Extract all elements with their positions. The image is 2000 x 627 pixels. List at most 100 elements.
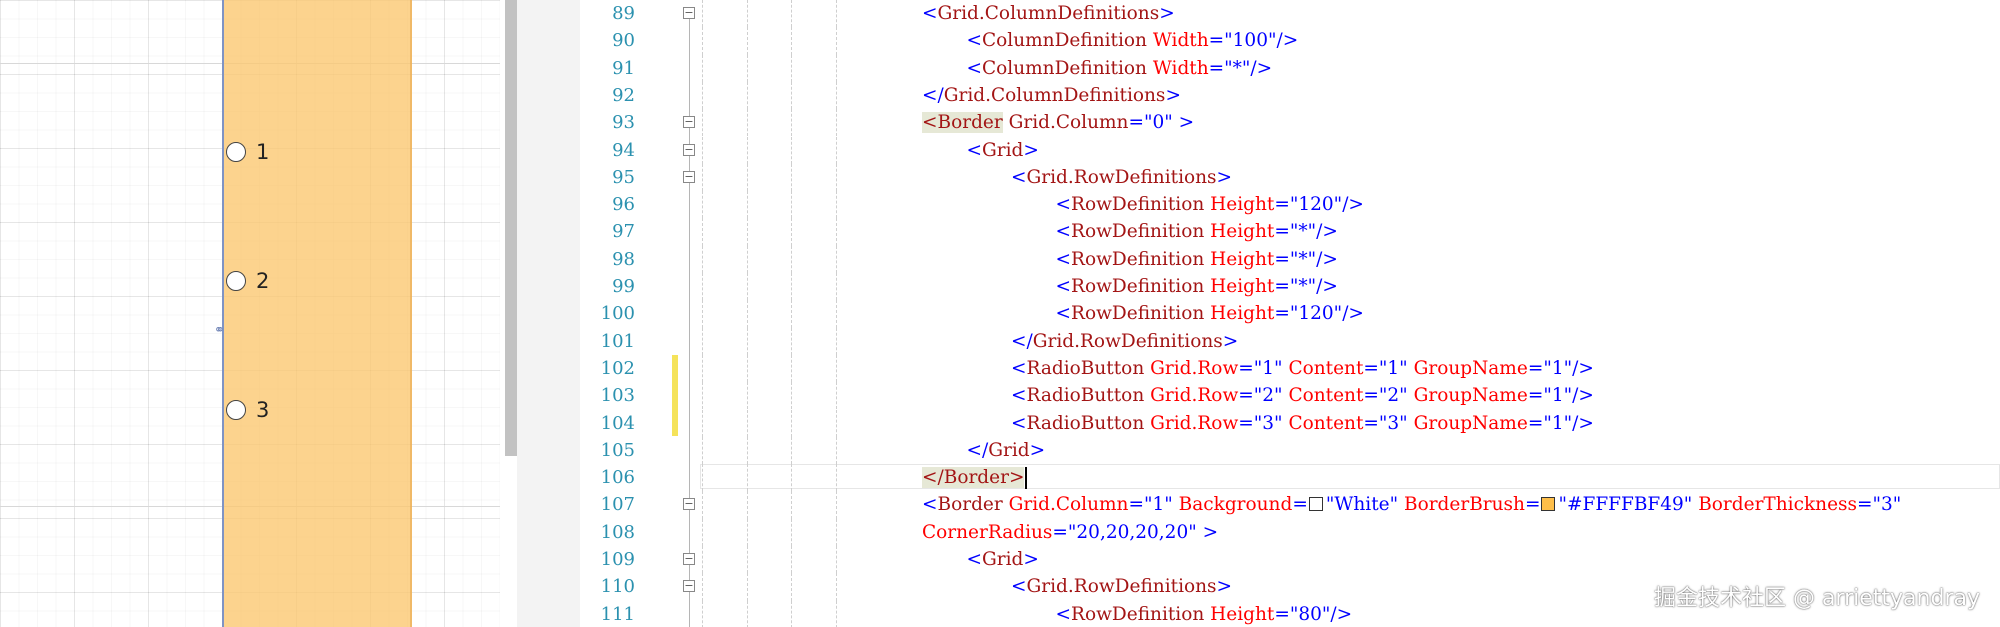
code-token: Grid.Row (1150, 412, 1239, 434)
indent-guide (746, 81, 748, 110)
code-text[interactable]: </Grid.ColumnDefinitions> (922, 82, 1181, 109)
code-line[interactable]: 109 − <Grid> (580, 546, 2000, 574)
code-line[interactable]: 107− <Border Grid.Column="1" Background= "… (580, 491, 2000, 519)
code-token: > (1159, 3, 1175, 24)
code-text[interactable]: </Border> (922, 464, 1025, 491)
radio-button-2[interactable]: 2 (226, 269, 269, 293)
code-line[interactable]: 101 </Grid.RowDefinitions> (580, 327, 2000, 355)
code-line[interactable]: 92 </Grid.ColumnDefinitions> (580, 81, 2000, 110)
code-text[interactable]: <RowDefinition Height="*"/> (1056, 218, 1338, 245)
code-token: </ (966, 439, 989, 461)
code-line[interactable]: 93 − <Border Grid.Column="0" > (580, 109, 2000, 137)
designer-scrollbar[interactable] (505, 0, 517, 456)
code-token: Width (1152, 57, 1209, 79)
code-text[interactable]: <ColumnDefinition Width="*"/> (967, 55, 1273, 82)
code-text[interactable]: </Grid> (967, 437, 1046, 464)
code-text[interactable]: <Border Grid.Column="1" Background= "Whit… (922, 491, 1901, 518)
code-line[interactable]: 104 <RadioButton Grid.Row="3" Content="3"… (580, 409, 2000, 437)
radio-button-3[interactable]: 3 (226, 398, 269, 422)
code-line[interactable]: 99 <RowDefinition Height="*"/> (580, 273, 2000, 301)
code-text[interactable]: <RadioButton Grid.Row="3" Content="3" Gr… (1011, 410, 1594, 437)
xaml-code-editor[interactable]: 89− <Grid.ColumnDefinitions> 90 <ColumnDefi… (580, 0, 2000, 627)
indent-guide (702, 518, 703, 546)
code-text[interactable]: <RowDefinition Height="120"/> (1056, 300, 1364, 327)
code-token: ="2" (1238, 385, 1289, 407)
code-text[interactable]: <RowDefinition Height="*"/> (1056, 246, 1338, 273)
collapse-toggle-icon[interactable]: − (683, 580, 695, 593)
line-number: 110 (600, 576, 635, 598)
indent-guide (835, 136, 837, 164)
code-text[interactable]: <Border Grid.Column="0" > (922, 109, 1194, 136)
indent-guide (791, 27, 792, 55)
indent-guide (702, 163, 703, 192)
code-line[interactable]: 108 CornerRadius="20,20,20,20" > (580, 518, 2000, 546)
code-token: Height (1210, 303, 1275, 325)
code-line[interactable]: 102 <RadioButton Grid.Row="1" Content="1"… (580, 354, 2000, 383)
code-line[interactable]: 100 <RowDefinition Height="120"/> (580, 300, 2000, 328)
indent-guide (702, 382, 703, 410)
radio-label: 3 (256, 398, 270, 422)
code-line[interactable]: 97 <RowDefinition Height="*"/> (580, 218, 2000, 246)
code-text[interactable]: <RowDefinition Height="120"/> (1056, 191, 1364, 218)
code-text[interactable]: <Grid.RowDefinitions> (1011, 573, 1232, 600)
code-token: Height (1210, 248, 1275, 270)
radio-circle-icon[interactable] (226, 142, 246, 162)
watermark: 掘金技术社区 @ arriettyandray (1653, 586, 1980, 611)
code-text[interactable]: </Grid.RowDefinitions> (1011, 328, 1238, 355)
radio-circle-icon[interactable] (226, 400, 246, 420)
indent-guide (746, 436, 748, 465)
indent-guide (835, 600, 837, 627)
indent-guide (791, 464, 792, 492)
code-token: < (1055, 194, 1072, 216)
radio-circle-icon[interactable] (226, 271, 246, 291)
code-token: Grid (988, 439, 1030, 461)
indent-guide (702, 81, 703, 110)
indent-guide (791, 0, 792, 28)
code-token: Height (1210, 221, 1275, 243)
link-icon[interactable]: ⚭ (214, 324, 230, 338)
code-line[interactable]: 98 <RowDefinition Height="*"/> (580, 245, 2000, 273)
code-token: < (1055, 248, 1072, 270)
code-text[interactable]: <RadioButton Grid.Row="1" Content="1" Gr… (1011, 355, 1594, 382)
border-column-panel[interactable] (222, 0, 412, 627)
collapse-toggle-icon[interactable]: − (683, 553, 695, 565)
code-text[interactable]: <RowDefinition Height="80"/> (1056, 601, 1353, 627)
code-text[interactable]: <Grid.ColumnDefinitions> (922, 0, 1175, 27)
collapse-toggle-icon[interactable]: − (683, 7, 695, 19)
code-text[interactable]: <Grid> (967, 546, 1039, 573)
code-line[interactable]: 96 <RowDefinition Height="120"/> (580, 191, 2000, 219)
code-token: ="*"/> (1208, 57, 1273, 79)
collapse-toggle-icon[interactable]: − (683, 170, 695, 183)
code-line[interactable]: 90 <ColumnDefinition Width="100"/> (580, 27, 2000, 55)
color-swatch-icon[interactable] (1541, 497, 1556, 512)
code-text[interactable]: <ColumnDefinition Width="100"/> (967, 27, 1299, 54)
code-line[interactable]: 94 − <Grid> (580, 136, 2000, 164)
xaml-designer-canvas[interactable]: ⚭ 1 2 3 (0, 0, 500, 627)
column-selection-edge[interactable] (222, 0, 224, 627)
code-token: ColumnDefinition (982, 30, 1153, 52)
code-text[interactable]: <Grid> (967, 137, 1039, 164)
code-token: RowDefinition (1071, 221, 1211, 243)
code-line[interactable]: 89 − <Grid.ColumnDefinitions> (580, 0, 2000, 28)
code-text[interactable]: <RowDefinition Height="*"/> (1056, 273, 1338, 300)
collapse-toggle-icon[interactable]: − (683, 143, 695, 156)
indent-guide (702, 109, 703, 137)
code-line[interactable]: 103 <RadioButton Grid.Row="2" Content="2"… (580, 382, 2000, 410)
code-token: GroupName (1413, 412, 1528, 434)
indent-guide (835, 245, 837, 273)
code-line[interactable]: 105 </Grid> (580, 436, 2000, 465)
code-text[interactable]: <RadioButton Grid.Row="2" Content="2" Gr… (1011, 382, 1594, 409)
text-caret (1025, 467, 1027, 490)
code-token: Grid.Row (1150, 357, 1239, 379)
code-line[interactable]: 91 <ColumnDefinition Width="*"/> (580, 54, 2000, 82)
code-text[interactable]: <Grid.RowDefinitions> (1011, 164, 1232, 191)
collapse-toggle-icon[interactable]: − (683, 116, 695, 129)
color-swatch-icon[interactable] (1308, 497, 1323, 512)
collapse-toggle-icon[interactable]: − (683, 498, 695, 511)
code-line[interactable]: 106 </Border> (580, 464, 2000, 492)
radio-button-1[interactable]: 1 (226, 140, 269, 164)
code-line[interactable]: 95 − <Grid.RowDefinitions> (580, 163, 2000, 192)
code-token: < (966, 57, 983, 79)
indent-guide (835, 464, 837, 492)
code-text[interactable]: CornerRadius="20,20,20,20" > (922, 519, 1218, 546)
